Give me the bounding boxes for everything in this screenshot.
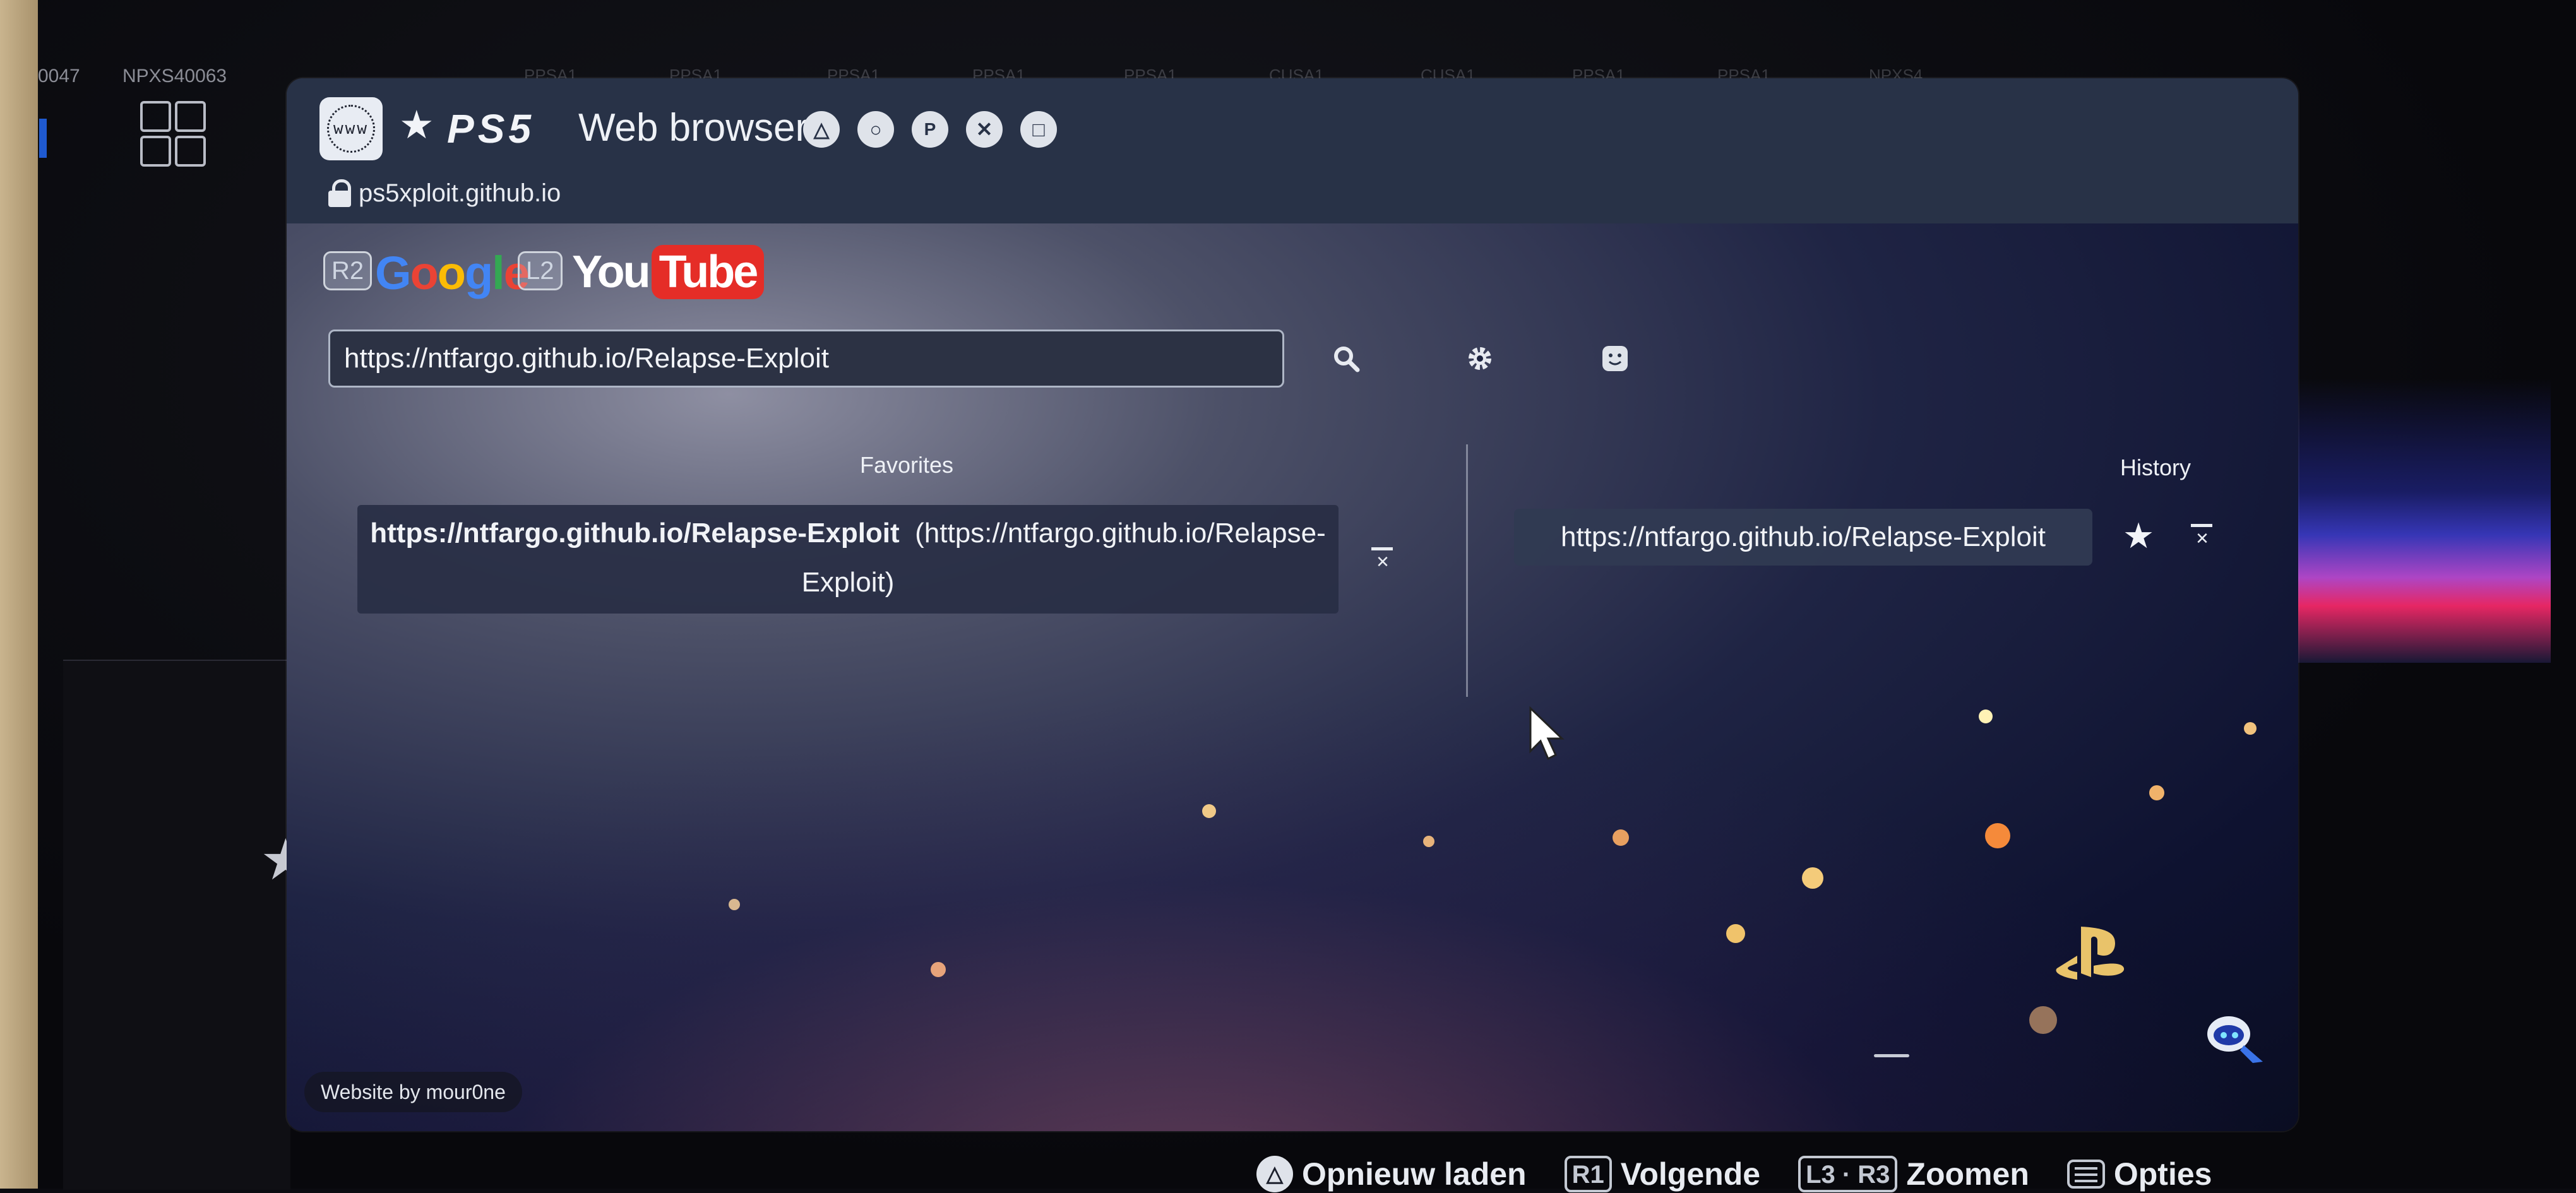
ps5-logo: PS5 — [447, 106, 535, 151]
controller-shapes: △ ○ P ✕ □ — [803, 111, 1057, 148]
gear-icon[interactable] — [1461, 340, 1499, 377]
ps-buttons-tile-icon[interactable] — [140, 101, 206, 167]
hint-label: Volgende — [1620, 1156, 1761, 1192]
focus-marker — [39, 119, 47, 158]
youtube-logo-you: You — [572, 247, 651, 297]
playstation-logo-icon — [2056, 927, 2125, 980]
app-icon-label: www — [333, 119, 369, 138]
history-title: History — [2120, 454, 2191, 480]
background-glitch — [2298, 379, 2551, 663]
title-bar: www ★ PS5 Web browser △ ○ P ✕ □ ps5xploi… — [287, 78, 2298, 223]
astro-bot-icon — [2207, 1016, 2263, 1063]
options-button-icon — [2066, 1160, 2105, 1189]
youtube-shortcut[interactable]: You Tube — [572, 244, 765, 300]
bokeh-particle — [1202, 804, 1216, 818]
hint-label: Opnieuw laden — [1302, 1156, 1527, 1192]
l3-r3-button-icon: L3 · R3 — [1798, 1156, 1898, 1192]
window-title: Web browser — [578, 106, 809, 150]
bokeh-particle — [1726, 924, 1745, 943]
search-icon[interactable] — [1327, 340, 1365, 377]
bokeh-particle — [2149, 785, 2164, 800]
bokeh-particle — [931, 962, 946, 977]
r2-key: R2 — [323, 251, 373, 290]
delete-history-icon[interactable]: ✕ — [2191, 524, 2212, 549]
bokeh-particle — [1985, 823, 2010, 848]
bokeh-particle — [1613, 829, 1629, 846]
hint-label: Opties — [2113, 1156, 2212, 1192]
hint-next: R1 Volgende — [1564, 1156, 1761, 1192]
favorite-url: (https://ntfargo.github.io/Relapse- — [915, 518, 1326, 549]
favorites-title: Favorites — [859, 452, 954, 478]
home-tile-label: 0047 — [38, 66, 80, 86]
favorite-url-cont: Exploit) — [801, 567, 895, 598]
favorite-star-icon[interactable]: ★ — [399, 106, 434, 145]
hint-label: Zoomen — [1906, 1156, 2029, 1192]
pointer-cursor-icon — [1529, 706, 1565, 761]
bokeh-particle — [1979, 709, 1993, 723]
tv-bezel — [0, 0, 38, 1189]
triangle-icon: △ — [803, 111, 840, 148]
l2-key: L2 — [518, 251, 563, 290]
hint-options: Opties — [2066, 1156, 2212, 1192]
www-app-icon: www — [319, 97, 383, 160]
credit-badge: Website by mour0ne — [304, 1072, 522, 1112]
playstation-icon: P — [912, 111, 948, 148]
hint-reload: △ Opnieuw laden — [1256, 1156, 1527, 1192]
hint-zoom: L3 · R3 Zoomen — [1798, 1156, 2029, 1192]
smiley-icon[interactable] — [1596, 340, 1634, 377]
bokeh-particle — [2244, 722, 2257, 735]
google-shortcut[interactable]: Google — [375, 250, 530, 297]
r1-button-icon: R1 — [1564, 1156, 1612, 1192]
delete-favorite-icon[interactable]: ✕ — [1371, 547, 1393, 573]
add-favorite-star-icon[interactable]: ★ — [2123, 515, 2154, 557]
browser-window: www ★ PS5 Web browser △ ○ P ✕ □ ps5xploi… — [287, 78, 2298, 1131]
favorite-name: https://ntfargo.github.io/Relapse-Exploi… — [370, 518, 900, 549]
url-input[interactable] — [328, 329, 1284, 388]
column-divider — [1466, 444, 1468, 697]
bokeh-particle — [2029, 1006, 2057, 1034]
cross-icon: ✕ — [966, 111, 1003, 148]
bokeh-particle — [729, 899, 740, 910]
bokeh-particle — [1802, 867, 1823, 889]
circle-icon: ○ — [857, 111, 894, 148]
controller-hint-bar: △ Opnieuw laden R1 Volgende L3 · R3 Zoom… — [1256, 1155, 2250, 1193]
background-panel — [63, 660, 290, 1190]
favorite-item[interactable]: https://ntfargo.github.io/Relapse-Exploi… — [357, 505, 1339, 614]
square-icon: □ — [1020, 111, 1057, 148]
bokeh-particle — [1423, 836, 1434, 847]
home-tile-label: NPXS40063 — [122, 66, 227, 86]
history-item[interactable]: https://ntfargo.github.io/Relapse-Exploi… — [1514, 509, 2092, 566]
lock-icon — [328, 179, 351, 207]
triangle-button-icon: △ — [1256, 1156, 1293, 1192]
site-url: ps5xploit.github.io — [359, 179, 561, 207]
dash-mark — [1874, 1054, 1909, 1057]
youtube-logo-tube: Tube — [651, 245, 765, 299]
